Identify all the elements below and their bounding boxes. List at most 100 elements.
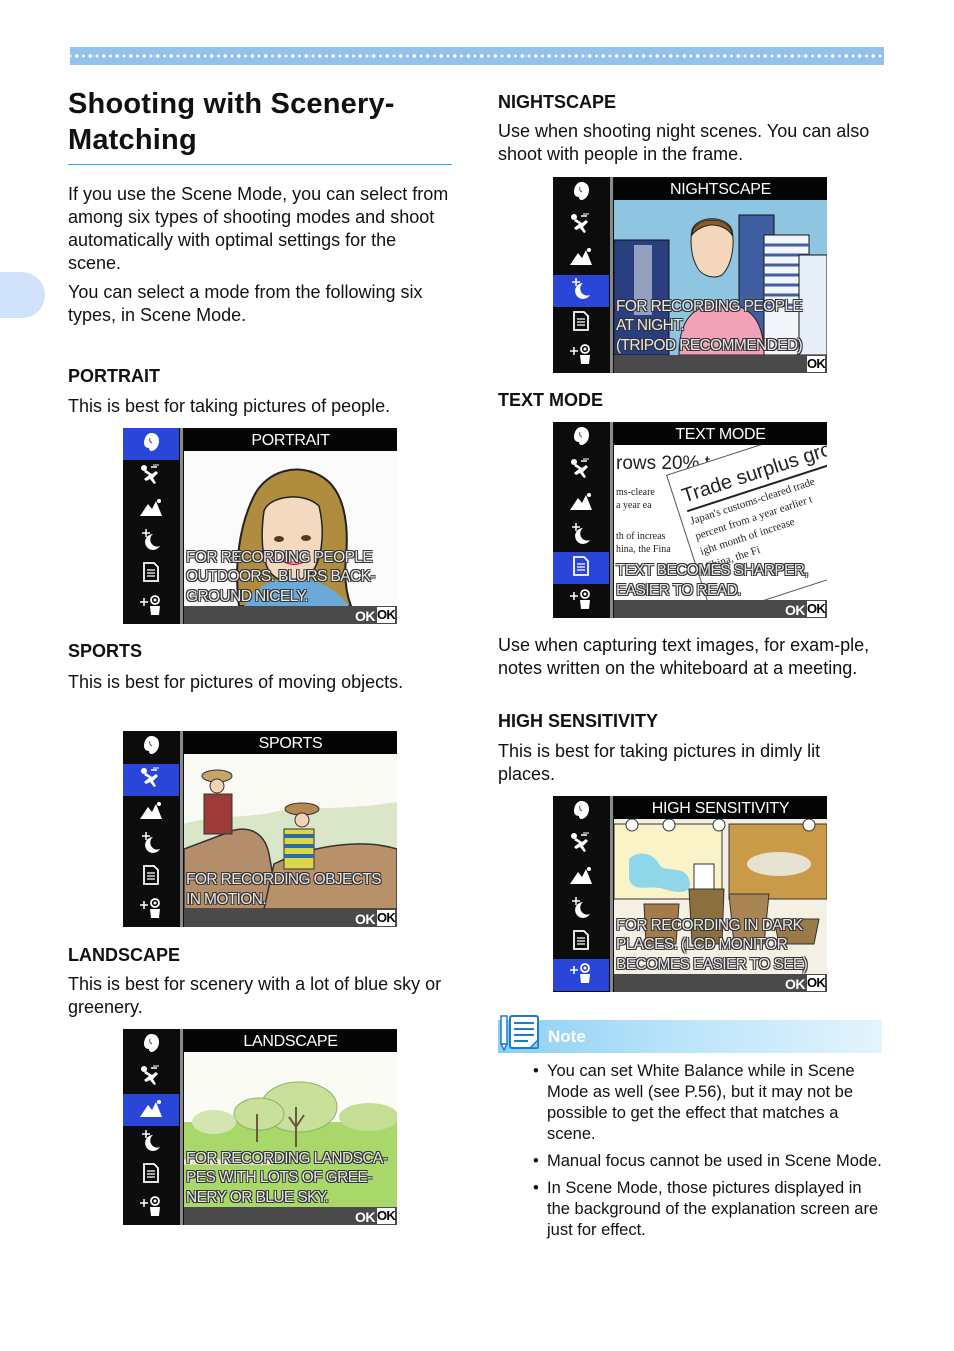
high-sensitivity-icon (140, 1195, 162, 1222)
menu-item-high-sensitivity (123, 1192, 179, 1224)
menu-divider (610, 796, 613, 992)
high-sensitivity-icon (570, 588, 592, 615)
ok-button-icon: OK (377, 607, 396, 623)
ok-hint-text: OK (355, 608, 376, 624)
menu-item-nightscape (123, 1127, 179, 1159)
text-mode-icon (143, 561, 159, 587)
screen-title: TEXT MODE (614, 424, 827, 445)
portrait-icon (572, 181, 590, 206)
heading-nightscape: NIGHTSCAPE (498, 92, 617, 112)
landscape-icon (570, 492, 592, 515)
description-landscape: This is best for scenery with a lot of b… (68, 974, 442, 1017)
portrait-icon (142, 1033, 160, 1058)
description-portrait: This is best for taking pictures of peop… (68, 396, 391, 416)
menu-item-portrait (123, 428, 179, 460)
portrait-icon (142, 432, 160, 457)
sports-icon (140, 767, 162, 792)
heading-text-mode: TEXT MODE (498, 390, 604, 410)
menu-item-portrait (553, 177, 609, 209)
high-sensitivity-icon (140, 897, 162, 924)
screen-caption-line: TEXT BECOMES SHARPER, (616, 562, 809, 579)
screen-caption-line: NERY OR BLUE SKY. (186, 1188, 329, 1206)
menu-divider (180, 731, 183, 927)
heading-high-sensitivity: HIGH SENSITIVITY (498, 711, 659, 731)
menu-item-sports (553, 210, 609, 242)
menu-item-portrait (553, 796, 609, 828)
screen-bottom-bar (614, 355, 827, 373)
nightscape-icon (141, 1129, 161, 1156)
text-mode-icon (573, 310, 589, 336)
menu-item-portrait (123, 731, 179, 763)
camera-screen-portrait: PORTRAIT FOR RECORDING PEOPLE OUTDOORS. BL… (123, 428, 397, 624)
screen-caption-line: PLACES. (LCD MONITOR (616, 936, 788, 953)
note-label: Note (548, 1027, 586, 1046)
screen-caption-line: FOR RECORDING IN DARK (616, 916, 803, 934)
camera-screen-landscape: LANDSCAPE FOR RECORDING LANDSCA- PES WITH … (123, 1029, 397, 1225)
ok-hint-text: OK (785, 976, 806, 992)
heading-portrait: PORTRAIT (68, 366, 160, 386)
scene-mode-menu (123, 731, 181, 927)
menu-item-high-sensitivity (553, 959, 609, 991)
text-mode-icon (143, 864, 159, 890)
scene-mode-menu (553, 422, 611, 618)
menu-item-high-sensitivity (123, 894, 179, 926)
screen-title: NIGHTSCAPE (614, 179, 827, 200)
menu-item-text-mode (123, 1159, 179, 1191)
menu-item-sports (123, 1062, 179, 1094)
ok-hint-text: OK (355, 1209, 376, 1225)
heading-sports: SPORTS (68, 641, 143, 661)
menu-item-sports (123, 461, 179, 493)
portrait-icon (572, 800, 590, 825)
bullet: • (533, 1152, 539, 1170)
screen-title: SPORTS (184, 733, 397, 754)
newspaper-body-back-line: ms-cleare (616, 487, 655, 498)
portrait-icon (572, 426, 590, 451)
menu-item-landscape (123, 1094, 179, 1127)
screen-title: HIGH SENSITIVITY (614, 798, 827, 819)
newspaper-body-back-line: a year ea (616, 500, 652, 511)
screen-caption-line: GROUND NICELY. (186, 587, 309, 605)
nightscape-icon (571, 896, 591, 923)
menu-item-landscape (123, 493, 179, 525)
landscape-icon (570, 247, 592, 270)
high-sensitivity-icon (570, 343, 592, 370)
menu-item-sports (553, 455, 609, 487)
screen-title: LANDSCAPE (184, 1031, 397, 1052)
heading-landscape: LANDSCAPE (68, 945, 181, 965)
screen-caption-line: EASIER TO READ. (616, 581, 741, 599)
menu-item-nightscape (553, 894, 609, 926)
note-item: • Manual focus cannot be used in Scene Mo… (531, 1151, 883, 1172)
description-high-sensitivity: This is best for taking pictures in diml… (498, 741, 821, 784)
menu-item-landscape (553, 242, 609, 274)
screen-caption-line: BECOMES EASIER TO SEE) (616, 955, 808, 973)
ok-button-icon: OK (807, 601, 826, 617)
screen-caption-line: (TRIPOD RECOMMENDED) (616, 336, 803, 354)
menu-item-sports (553, 829, 609, 861)
bullet: • (533, 1179, 539, 1197)
menu-item-nightscape (553, 520, 609, 552)
menu-item-text-mode (123, 558, 179, 590)
nightscape-icon (141, 528, 161, 555)
sports-icon (570, 832, 592, 857)
description-text-mode: Use when capturing text images, for exam… (498, 635, 870, 678)
camera-screen-nightscape: NIGHTSCAPE FOR RECORDING PEOPLE AT NIGHT. (… (553, 177, 827, 373)
screen-caption-line: FOR RECORDING PEOPLE (186, 548, 373, 566)
menu-item-text-mode (553, 926, 609, 958)
menu-item-high-sensitivity (553, 340, 609, 372)
camera-screen-text-mode: TEXT MODE rows 20% t ms-cleare a year ea th … (553, 422, 827, 618)
menu-divider (610, 177, 613, 373)
menu-item-nightscape (123, 526, 179, 558)
screen-caption-line: FOR RECORDING OBJECTS (186, 871, 382, 888)
menu-divider (180, 1029, 183, 1225)
note-item-text: You can set White Balance while in Scene… (547, 1062, 855, 1143)
screen-title: PORTRAIT (184, 430, 397, 451)
screen-caption-line: AT NIGHT. (616, 317, 685, 334)
menu-item-portrait (123, 1029, 179, 1061)
landscape-icon (140, 801, 162, 824)
camera-screen-sports: SPORTS FOR RECORDING OBJECTS IN MOTION. OK O… (123, 731, 397, 927)
sports-icon (570, 213, 592, 238)
ok-button-icon: OK (807, 975, 826, 991)
intro-paragraph-1: If you use the Scene Mode, you can selec… (68, 184, 449, 273)
ok-hint-text: OK (355, 911, 376, 927)
intro-paragraph-2: You can select a mode from the following… (68, 282, 423, 325)
